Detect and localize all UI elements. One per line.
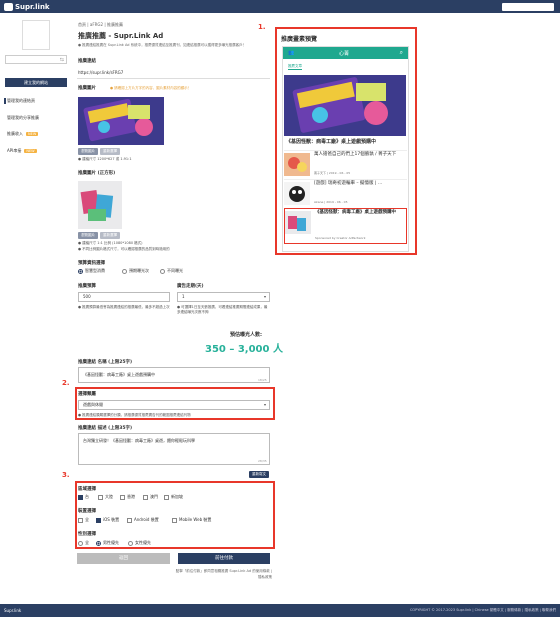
preview-title: 推廣畫素預覽	[281, 36, 318, 43]
create-site-button[interactable]: 建立我的網站	[5, 78, 67, 87]
feed-thumbnail	[285, 211, 311, 234]
breadcrumb-current: 推廣推薦	[106, 22, 123, 27]
promo-image-square	[78, 181, 122, 229]
budget-type-smart[interactable]: 智慧型消費	[78, 268, 105, 274]
feed-thumbnail	[284, 182, 310, 205]
logo-icon	[4, 2, 13, 11]
ad-desc-input[interactable]: 台灣獨立研發！《基因怪獸：病毒工廠》桌遊，餵你輕鬆玩科學	[78, 433, 270, 465]
radio-icon	[160, 268, 165, 274]
footer-links[interactable]: COPYRIGHT © 2017-2023 Supr.link | Chines…	[410, 608, 556, 613]
chevron-down-icon: ▾	[263, 294, 266, 299]
annotation-box-category	[75, 387, 275, 420]
preview-header: 👥 心菁 ⌕	[283, 47, 408, 59]
new-badge: NEW	[24, 149, 37, 153]
feed-thumbnail	[284, 153, 310, 176]
budget-note: ● 推廣預算最低會為推廣連結的推廣最低，最多不超過上次	[78, 305, 170, 309]
link-label: 推廣連結	[78, 59, 96, 64]
preview-feed-item: 萬人搶爸自己的們上17個臉孰 / 菁子天下 菁子天下 | 2019 - 06 -…	[284, 150, 407, 178]
brand-name: Supr.link	[15, 2, 50, 11]
reselect-square-image-button[interactable]: 重新選擇	[100, 232, 120, 239]
browse-image-button[interactable]: 瀏覽圖片	[78, 148, 98, 155]
radio-icon	[78, 268, 83, 274]
sidebar-item-promotions[interactable]: 管理我的分享推廣	[7, 115, 39, 121]
annotation-3: 3.	[62, 471, 70, 479]
budget-label: 推廣預算	[78, 284, 96, 289]
search-icon: ⌕	[399, 49, 403, 56]
estimate-label: 預估曝光人數:	[230, 332, 263, 338]
divider	[77, 78, 270, 79]
preview-feed-item: [遊戲] 瑞奇初遊輪車 – 擬憶版 | ... Akane | 2019 - 0…	[284, 179, 407, 207]
square-note-2: ● 不同比例圖片格式尺寸，可以確認推廣的品質到時適用的	[78, 247, 170, 251]
sidebar: ⇆ 建立我的網站 管理我的連結頁 管理我的分享推廣 推廣收入 NEW API串接 N…	[0, 13, 70, 603]
sidebar-item-income[interactable]: 推廣收入 NEW	[7, 131, 39, 137]
preview-featured-title: 《基因怪獸：病毒工廠》桌上遊戲預購中	[286, 139, 377, 145]
top-search-input[interactable]	[502, 3, 554, 11]
browse-square-image-button[interactable]: 瀏覽圖片	[78, 232, 98, 239]
preview-feed-item-sponsored: 《基因怪獸：病毒工廠》桌上遊戲預購中 Sponsored by Creator …	[284, 208, 407, 244]
back-button[interactable]: 返回	[77, 553, 170, 564]
active-indicator	[4, 98, 6, 104]
ad-desc-label: 推廣連結 描述 (上限35字)	[78, 426, 133, 431]
annotation-2: 2.	[62, 379, 70, 387]
budget-type-different[interactable]: 不同曝光	[160, 268, 183, 274]
page-description: ● 推廣連結推廣在 Supr.Link Ad 系統中，推薦優質連結至推廣刊，如連…	[78, 43, 247, 47]
new-badge: NEW	[26, 132, 39, 136]
ad-title-input[interactable]: 《基因怪獸：病毒工廠》桌上遊戲預購中	[78, 367, 270, 383]
title-counter: 18/25	[258, 378, 267, 382]
brand-logo[interactable]: Supr.link	[4, 2, 50, 11]
preview-site-name: 心菁	[339, 51, 350, 57]
link-value: https://supr.link/sFRG7	[78, 70, 124, 75]
preview-tab: 推薦文章	[288, 64, 302, 70]
budget-type-label: 預算資訊選擇	[78, 261, 105, 266]
budget-type-exposure[interactable]: 預期曝光次	[122, 268, 149, 274]
page-title: 推廣推薦 - Supr.Link Ad	[78, 32, 164, 40]
breadcrumb-mid[interactable]: aFRG2	[90, 22, 103, 27]
image-label: 推廣圖片	[78, 86, 96, 91]
reselect-image-button[interactable]: 重新選擇	[100, 148, 120, 155]
radio-icon	[122, 268, 127, 274]
estimate-value: 350 – 3,000 人	[205, 344, 283, 355]
terms-note[interactable]: 點擊「前往付款」即同意相關推廣 Supr.Link Ad 的使用條款 | 隱私政…	[172, 568, 272, 580]
rewrite-button[interactable]: 重新寫文	[249, 471, 269, 478]
days-note: ● 可選擇1日至天數推廣，可看連結推廣期間連結成果，最多連結曝光次數不夠	[177, 305, 268, 314]
footer-brand: Supr.link	[4, 608, 22, 613]
square-image-label: 推廣圖片 (正方形)	[78, 171, 116, 176]
square-note-1: ● 建議尺寸 1:1 比例 (1080*1080 格式)	[78, 241, 143, 245]
preview-phone: 👥 心菁 ⌕ 推薦文章 《基因怪獸：病毒工廠》桌上遊戲預購中 萬人搶爸自己的們上…	[282, 46, 409, 252]
swap-icon: ⇆	[59, 57, 64, 63]
avatar[interactable]	[22, 20, 50, 50]
promo-image-landscape	[78, 97, 164, 145]
footer: Supr.link COPYRIGHT © 2017-2023 Supr.lin…	[0, 604, 560, 617]
days-label: 廣告走期(天)	[177, 284, 204, 289]
image-warning: ● 請確認上方片方字的內容，圖片素材內容的顯示！	[110, 86, 192, 90]
preview-featured-image	[284, 75, 406, 136]
top-navbar: Supr.link	[0, 0, 560, 13]
desc-counter: 28/35	[258, 459, 267, 463]
budget-input[interactable]: 500	[78, 292, 170, 302]
people-icon: 👥	[288, 50, 295, 56]
sidebar-item-links[interactable]: 管理我的連結頁	[7, 98, 35, 104]
breadcrumb-home[interactable]: 首頁	[78, 22, 86, 27]
annotation-box-targeting	[75, 481, 275, 549]
sidebar-item-api[interactable]: API串接 NEW	[7, 148, 37, 154]
pay-button[interactable]: 前往付款	[178, 553, 270, 564]
breadcrumb: 首頁 | aFRG2 | 推廣推薦	[78, 22, 123, 27]
days-select[interactable]: 1 ▾	[177, 292, 270, 302]
image-note: ● 建議尺寸 1200*627 或 1.91:1	[78, 157, 132, 161]
sidebar-site-select[interactable]: ⇆	[5, 55, 67, 64]
annotation-1: 1.	[258, 23, 266, 31]
ad-title-label: 推廣連結 名稱 (上限25字)	[78, 360, 133, 365]
